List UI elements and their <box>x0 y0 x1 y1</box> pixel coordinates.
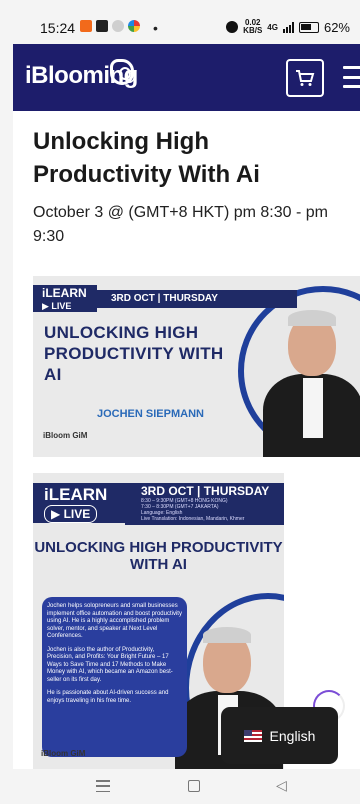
language-switcher[interactable]: English <box>221 707 338 764</box>
banner-headline: UNLOCKING HIGH PRODUCTIVITY WITH AI <box>34 539 283 573</box>
home-icon[interactable] <box>188 780 200 792</box>
status-bar: 15:24 • 0.02 KB/S 4G 62% <box>0 0 360 40</box>
more-notifications-dot: • <box>153 20 158 36</box>
date-bar: 3RD OCT | THURSDAY <box>97 290 297 308</box>
recent-apps-icon[interactable] <box>96 780 110 792</box>
us-flag-icon <box>243 729 262 742</box>
system-indicators: 0.02 KB/S 4G 62% <box>226 19 350 35</box>
live-badge: ▶ LIVE <box>42 301 72 311</box>
bio-paragraph: He is passionate about AI-driven success… <box>47 690 169 704</box>
cart-button[interactable] <box>286 59 324 97</box>
battery-icon <box>298 21 319 33</box>
ilearn-badge: iLEARN ▶ LIVE <box>33 285 97 312</box>
event-date: October 3 @ (GMT+8 HKT) pm 8:30 - pm 9:3… <box>33 204 328 245</box>
site-header: iBlooming <box>13 44 360 111</box>
back-icon[interactable]: ◁ <box>276 777 287 794</box>
signal-icon <box>282 21 294 33</box>
date-bar: 3RD OCT | THURSDAY 8:30 – 9:30PM (GMT+8 … <box>125 483 284 525</box>
partner-logos: iBloom GiM <box>41 749 86 758</box>
speaker-bio: Jochen helps solopreneurs and small busi… <box>42 597 187 757</box>
bio-paragraph: Jochen helps solopreneurs and small busi… <box>47 603 182 639</box>
app-notification-icon <box>112 20 124 32</box>
notification-icons <box>80 20 140 32</box>
battery-level: 62% <box>323 19 350 35</box>
page-title: Unlocking High Productivity With Ai <box>33 128 260 188</box>
event-banner-landscape: iLEARN ▶ LIVE 3RD OCT | THURSDAY UNLOCKI… <box>33 276 360 457</box>
ilearn-badge: iLEARN ▶ LIVE <box>33 483 125 523</box>
network-type: 4G <box>267 22 278 32</box>
shopping-bag-icon <box>96 20 108 32</box>
alarm-icon <box>226 21 239 33</box>
app-notification-icon <box>128 20 140 32</box>
logo-badge-icon <box>110 59 134 85</box>
event-content: Unlocking High Productivity With Ai Octo… <box>13 111 360 769</box>
app-notification-icon <box>80 20 92 32</box>
bio-paragraph: Jochen is also the author of Productivit… <box>47 646 173 683</box>
status-time: 15:24 <box>40 20 76 36</box>
partner-logos: iBloom GiM <box>43 431 88 440</box>
speaker-photo <box>258 296 360 457</box>
network-speed: 0.02 KB/S <box>243 18 263 35</box>
hamburger-icon[interactable] <box>343 66 360 88</box>
system-nav-bar: ◁ <box>0 769 360 804</box>
cart-icon <box>296 70 315 86</box>
language-label: English <box>269 727 316 744</box>
speaker-name: JOCHEN SIEPMANN <box>97 408 204 420</box>
live-badge: ▶ LIVE <box>44 505 98 523</box>
banner-headline: UNLOCKING HIGH PRODUCTIVITY WITH AI <box>44 323 224 384</box>
